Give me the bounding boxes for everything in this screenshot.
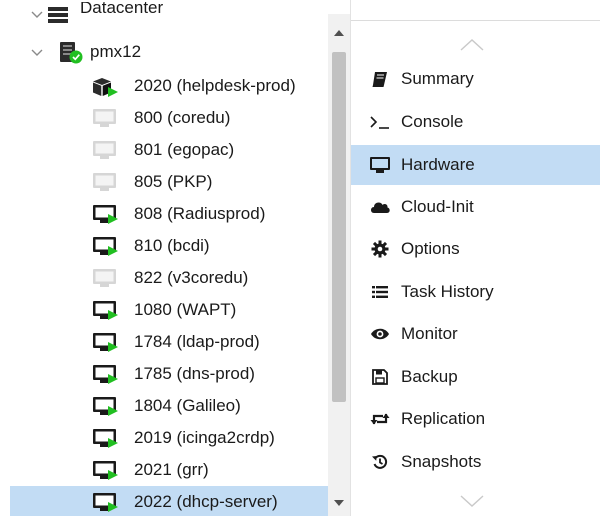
tree-item-guest[interactable]: 1784 (ldap-prod) (0, 326, 328, 358)
menu-item-label: Cloud-Init (401, 197, 474, 216)
terminal-icon (369, 111, 391, 133)
menu-item-monitor[interactable]: Monitor (351, 315, 600, 353)
menu-item-label: Backup (401, 367, 458, 386)
vm-running-icon (92, 426, 122, 450)
tree-item-label: 810 (bcdi) (134, 236, 210, 255)
menu-item-label: Monitor (401, 324, 458, 343)
menu-item-label: Snapshots (401, 452, 482, 471)
tree-item-guest[interactable]: 810 (bcdi) (0, 230, 328, 262)
vm-running-icon (92, 298, 122, 322)
book-icon (369, 68, 391, 90)
tree-scrollbar[interactable] (328, 14, 350, 516)
menu-scroll-down-icon[interactable] (459, 494, 485, 508)
vm-stopped-icon (92, 266, 122, 290)
menu-item-options[interactable]: Options (351, 230, 600, 268)
vm-running-icon (92, 490, 122, 514)
tree-item-guest[interactable]: 2019 (icinga2crdp) (0, 422, 328, 454)
tree-item-node[interactable]: pmx12 (0, 36, 328, 68)
tree-item-guest[interactable]: 1785 (dns-prod) (0, 358, 328, 390)
menu-item-replication[interactable]: Replication (351, 400, 600, 438)
vm-running-icon (92, 394, 122, 418)
tree-item-label: 808 (Radiusprod) (134, 204, 266, 223)
menu-item-cloud-init[interactable]: Cloud-Init (351, 188, 600, 226)
history-icon (369, 451, 391, 473)
gear-icon (369, 238, 391, 260)
menu-item-label: Console (401, 112, 464, 131)
menu-item-label: Task History (401, 282, 494, 301)
menu-scroll-up-icon[interactable] (459, 38, 485, 52)
menu-item-console[interactable]: Console (351, 103, 600, 141)
tree-item-label: pmx12 (90, 42, 142, 61)
menu-top-border (351, 20, 600, 21)
tree-item-guest[interactable]: 822 (v3coredu) (0, 262, 328, 294)
container-running-icon (92, 75, 122, 99)
vm-running-icon (92, 202, 122, 226)
vm-running-icon (92, 234, 122, 258)
retweet-icon (369, 408, 391, 430)
tree-item-guest[interactable]: 1804 (Galileo) (0, 390, 328, 422)
tree-item-label: 2020 (helpdesk-prod) (134, 76, 296, 95)
menu-item-snapshots[interactable]: Snapshots (351, 443, 600, 481)
collapse-chevron-icon[interactable] (30, 46, 44, 60)
tree-item-guest-selected[interactable]: 2022 (dhcp-server) (10, 486, 328, 516)
menu-item-label: Options (401, 239, 460, 258)
tree-item-label: 1785 (dns-prod) (134, 364, 255, 383)
tree-item-guest[interactable]: 808 (Radiusprod) (0, 198, 328, 230)
vm-running-icon (92, 458, 122, 482)
menu-item-label: Hardware (401, 155, 475, 174)
vm-stopped-icon (92, 170, 122, 194)
menu-item-label: Summary (401, 69, 474, 88)
server-node-icon (58, 41, 84, 65)
list-icon (369, 281, 391, 303)
tree-item-label: 801 (egopac) (134, 140, 235, 159)
menu-item-hardware[interactable]: Hardware (351, 145, 600, 185)
tree-item-label: 822 (v3coredu) (134, 268, 249, 287)
tree-item-guest[interactable]: 1080 (WAPT) (0, 294, 328, 326)
vm-stopped-icon (92, 138, 122, 162)
tree-item-label: 2019 (icinga2crdp) (134, 428, 275, 447)
tree-item-label: 1080 (WAPT) (134, 300, 237, 319)
datacenter-icon (46, 6, 72, 24)
tree-item-label: Datacenter (80, 2, 164, 17)
tree-item-label: 2022 (dhcp-server) (134, 492, 278, 511)
cloud-icon (369, 196, 391, 218)
collapse-chevron-icon[interactable] (30, 8, 44, 22)
tree-item-guest[interactable]: 2020 (helpdesk-prod) (0, 70, 328, 102)
menu-item-summary[interactable]: Summary (351, 60, 600, 98)
tree-item-guest[interactable]: 805 (PKP) (0, 166, 328, 198)
menu-item-label: Replication (401, 409, 486, 428)
tree-item-label: 800 (coredu) (134, 108, 231, 127)
tree-item-guest[interactable]: 2021 (grr) (0, 454, 328, 486)
tree-item-guest[interactable]: 800 (coredu) (0, 102, 328, 134)
tree-item-label: 1804 (Galileo) (134, 396, 241, 415)
resource-tree: Datacenter pmx12 2020 (helpdesk-prod) 80… (0, 0, 350, 516)
vm-stopped-icon (92, 106, 122, 130)
menu-item-task-history[interactable]: Task History (351, 273, 600, 311)
tree-item-label: 1784 (ldap-prod) (134, 332, 260, 351)
floppy-icon (369, 366, 391, 388)
tree-item-guest[interactable]: 801 (egopac) (0, 134, 328, 166)
vm-running-icon (92, 362, 122, 386)
scroll-up-arrow-icon[interactable] (333, 28, 345, 38)
menu-item-backup[interactable]: Backup (351, 358, 600, 396)
scroll-down-arrow-icon[interactable] (333, 498, 345, 508)
tree-item-label: 805 (PKP) (134, 172, 213, 191)
scrollbar-thumb[interactable] (332, 52, 346, 402)
desktop-icon (369, 154, 391, 176)
vm-running-icon (92, 330, 122, 354)
tree-item-label: 2021 (grr) (134, 460, 209, 479)
tree-item-datacenter[interactable]: Datacenter (0, 2, 328, 28)
eye-icon (369, 323, 391, 345)
vm-config-menu: Summary Console Hardware Cloud-Init Opti… (351, 0, 600, 516)
